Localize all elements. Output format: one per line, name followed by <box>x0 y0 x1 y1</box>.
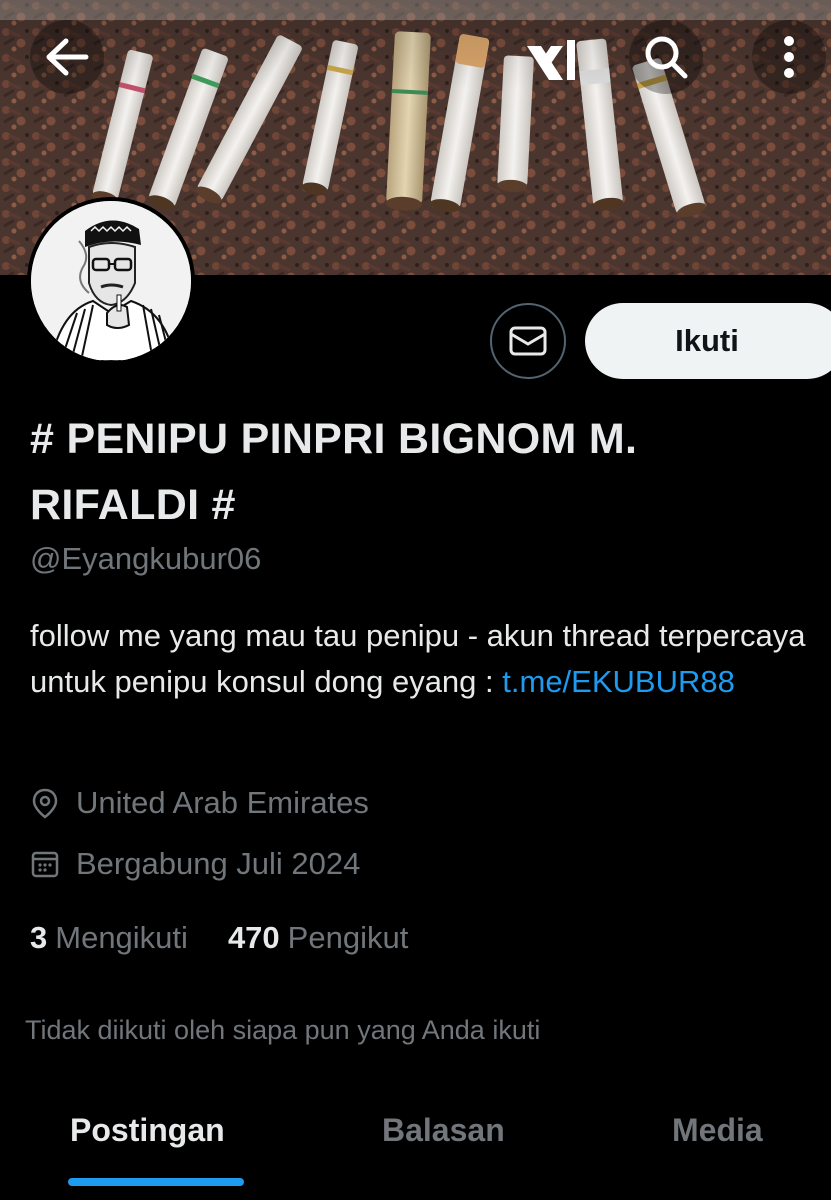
avatar-illustration <box>31 201 191 361</box>
handle: @Eyangkubur06 <box>30 541 262 576</box>
avatar-image <box>31 201 191 361</box>
location-pin-icon <box>32 788 58 819</box>
following-count: 3 <box>30 920 48 955</box>
follow-button[interactable]: Ikuti <box>585 303 831 379</box>
tab-replies[interactable]: Balasan <box>382 1112 505 1149</box>
search-button[interactable] <box>629 20 703 94</box>
tab-media[interactable]: Media <box>672 1112 763 1149</box>
more-vertical-icon <box>784 36 794 78</box>
bio-link[interactable]: t.me/EKUBUR88 <box>502 659 735 705</box>
calendar-icon <box>31 851 59 878</box>
followers-stat[interactable]: 470 Pengikut <box>228 920 408 956</box>
more-options-button[interactable] <box>752 20 826 94</box>
follow-stats: 3 Mengikuti 470 Pengikut <box>30 920 408 956</box>
envelope-icon <box>509 326 547 356</box>
location-row: United Arab Emirates <box>30 785 369 821</box>
xai-logo-button[interactable] <box>513 26 593 96</box>
tab-posts[interactable]: Postingan <box>70 1112 225 1149</box>
followers-label: Pengikut <box>287 920 409 955</box>
followers-count: 470 <box>227 920 280 955</box>
following-label: Mengikuti <box>55 920 188 955</box>
location-text: United Arab Emirates <box>76 785 369 820</box>
joined-row: Bergabung Juli 2024 <box>30 846 360 882</box>
following-stat[interactable]: 3 Mengikuti <box>30 920 188 956</box>
joined-text: Bergabung Juli 2024 <box>76 846 361 881</box>
bio: follow me yang mau tau penipu - akun thr… <box>30 613 820 705</box>
display-name: # PENIPU PINPRI BIGNOM M. RIFALDI # <box>30 415 638 529</box>
not-followed-notice: Tidak diikuti oleh siapa pun yang Anda i… <box>25 1015 541 1045</box>
message-button[interactable] <box>490 303 566 379</box>
xai-logo-icon <box>527 40 575 80</box>
back-button[interactable] <box>30 20 104 94</box>
active-tab-indicator <box>68 1178 244 1186</box>
profile-tabs: Postingan Balasan Media <box>0 1090 831 1200</box>
arrow-left-icon <box>46 38 89 76</box>
search-icon <box>645 36 688 79</box>
avatar[interactable] <box>27 197 195 365</box>
